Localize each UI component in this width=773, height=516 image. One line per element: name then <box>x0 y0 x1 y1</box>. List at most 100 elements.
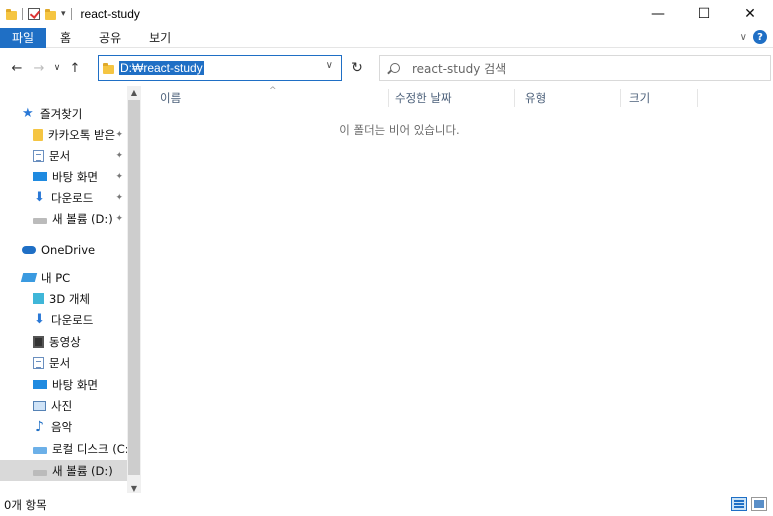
scroll-up-icon[interactable]: ▲ <box>127 88 141 97</box>
sidebar-item-pc-volume-d[interactable]: 새 볼륨 (D:) <box>0 460 127 481</box>
sidebar-item-volume-d[interactable]: 새 볼륨 (D:) ✦ <box>0 208 127 229</box>
sidebar-item-videos[interactable]: 동영상 <box>0 331 127 352</box>
sidebar-item-label: 다운로드 <box>51 190 94 205</box>
sidebar-item-label: 바탕 화면 <box>52 169 98 184</box>
video-icon <box>33 335 44 348</box>
minimize-button[interactable]: — <box>635 0 681 28</box>
sidebar-item-label: 즐겨찾기 <box>40 106 83 121</box>
close-button[interactable]: ✕ <box>727 0 773 28</box>
up-arrow-icon[interactable]: ↑ <box>66 61 84 76</box>
sidebar-item-onedrive[interactable]: OneDrive <box>0 239 127 260</box>
new-folder-icon[interactable] <box>45 8 56 20</box>
sidebar-item-label: 로컬 디스크 (C:) <box>52 441 127 456</box>
folder-icon <box>33 128 43 141</box>
navigation-pane: ★ 즐겨찾기 카카오톡 받은 ✦ 문서 ✦ 바탕 화면 ✦ ⬇ 다운로드 ✦ 새… <box>0 86 141 493</box>
drive-icon <box>33 217 47 224</box>
sidebar-item-kakaotalk[interactable]: 카카오톡 받은 ✦ <box>0 124 127 145</box>
desktop-icon <box>33 380 47 389</box>
sidebar-item-label: 다운로드 <box>51 312 94 327</box>
sidebar-item-pc-desktop[interactable]: 바탕 화면 <box>0 374 127 395</box>
sidebar-item-favorites[interactable]: ★ 즐겨찾기 <box>0 103 127 124</box>
cube-icon <box>33 293 44 304</box>
back-arrow-icon[interactable]: ← <box>8 61 26 76</box>
sidebar-item-label: 사진 <box>51 398 73 413</box>
empty-folder-message: 이 폴더는 비어 있습니다. <box>339 123 460 137</box>
address-row: ← → ∨ ↑ D:₩react-study ∨ ↻ react-study 검… <box>0 55 773 81</box>
sidebar-item-pc-documents[interactable]: 문서 <box>0 352 127 373</box>
sidebar-item-label: 문서 <box>49 148 71 163</box>
desktop-icon <box>33 172 47 181</box>
download-icon: ⬇ <box>34 311 45 327</box>
large-icons-view-button[interactable] <box>751 497 767 511</box>
c-drive-icon <box>33 446 47 454</box>
column-headers: ^ 이름 수정한 날짜 유형 크기 <box>141 86 773 110</box>
column-header-name[interactable]: 이름 <box>154 86 386 110</box>
sidebar-item-label: 내 PC <box>41 270 71 285</box>
sidebar-item-pc-downloads[interactable]: ⬇ 다운로드 <box>0 309 127 330</box>
music-icon: ♪ <box>35 418 44 435</box>
pin-icon: ✦ <box>115 171 123 182</box>
maximize-button[interactable]: ☐ <box>681 0 727 28</box>
sidebar-item-label: 동영상 <box>49 334 81 349</box>
scroll-down-icon[interactable]: ▼ <box>127 484 141 493</box>
chevron-down-icon[interactable]: ∨ <box>326 60 333 71</box>
column-header-size[interactable]: 크기 <box>623 86 695 110</box>
details-view-button[interactable] <box>731 497 747 511</box>
details-view-icon <box>734 500 744 508</box>
properties-icon[interactable] <box>28 8 40 20</box>
separator <box>22 8 23 20</box>
column-header-type[interactable]: 유형 <box>519 86 617 110</box>
search-icon <box>390 63 400 73</box>
pin-icon: ✦ <box>115 192 123 203</box>
pin-icon: ✦ <box>115 129 123 140</box>
sidebar-item-label: 바탕 화면 <box>52 377 98 392</box>
forward-arrow-icon[interactable]: → <box>30 61 48 76</box>
tab-view[interactable]: 보기 <box>135 28 185 48</box>
pin-icon: ✦ <box>115 213 123 224</box>
sidebar-item-this-pc[interactable]: 내 PC <box>0 267 127 288</box>
document-icon <box>33 149 44 162</box>
window-controls: — ☐ ✕ <box>635 0 773 28</box>
column-divider[interactable] <box>620 89 621 107</box>
column-divider[interactable] <box>514 89 515 107</box>
ribbon-tabs: 파일 홈 공유 보기 ∨ ? <box>0 27 773 48</box>
separator <box>70 8 72 20</box>
folder-icon <box>6 8 17 20</box>
customize-toolbar-icon[interactable]: ▾ <box>61 9 66 19</box>
sidebar-item-label: 새 볼륨 (D:) <box>52 211 113 226</box>
title-bar: ▾ react-study — ☐ ✕ <box>0 0 773 28</box>
expand-ribbon-icon[interactable]: ∨ <box>740 32 747 43</box>
folder-icon <box>103 62 114 74</box>
sidebar-item-label: 새 볼륨 (D:) <box>52 463 113 478</box>
address-path[interactable]: D:₩react-study <box>119 61 204 75</box>
sidebar-item-downloads[interactable]: ⬇ 다운로드 ✦ <box>0 187 127 208</box>
sidebar-item-3d-objects[interactable]: 3D 개체 <box>0 288 127 309</box>
refresh-icon[interactable]: ↻ <box>344 55 370 81</box>
window-title: react-study <box>80 7 140 21</box>
tab-file[interactable]: 파일 <box>0 27 46 48</box>
cloud-icon <box>22 245 36 254</box>
help-icon[interactable]: ? <box>753 30 767 44</box>
sidebar-item-music[interactable]: ♪ 음악 <box>0 416 127 437</box>
column-divider[interactable] <box>697 89 698 107</box>
sidebar-item-documents[interactable]: 문서 ✦ <box>0 145 127 166</box>
pc-icon <box>20 273 38 282</box>
tab-share[interactable]: 공유 <box>85 28 135 48</box>
quick-access-toolbar: ▾ react-study <box>0 7 140 21</box>
tab-home[interactable]: 홈 <box>46 28 85 48</box>
search-placeholder: react-study 검색 <box>412 61 507 76</box>
recent-locations-icon[interactable]: ∨ <box>48 63 66 73</box>
sidebar-item-local-disk-c[interactable]: 로컬 디스크 (C:) <box>0 438 127 459</box>
pin-icon: ✦ <box>115 150 123 161</box>
sidebar-item-pictures[interactable]: 사진 <box>0 395 127 416</box>
search-input[interactable]: react-study 검색 <box>379 55 771 81</box>
sidebar-item-label: 3D 개체 <box>49 291 90 306</box>
nav-scrollbar[interactable]: ▲ ▼ <box>127 86 141 493</box>
scrollbar-thumb[interactable] <box>128 100 140 475</box>
address-bar[interactable]: D:₩react-study ∨ <box>98 55 342 81</box>
sidebar-item-label: 음악 <box>51 419 73 434</box>
star-icon: ★ <box>22 105 34 121</box>
sidebar-item-label: 문서 <box>49 355 71 370</box>
column-header-modified[interactable]: 수정한 날짜 <box>389 86 513 110</box>
sidebar-item-desktop[interactable]: 바탕 화면 ✦ <box>0 166 127 187</box>
